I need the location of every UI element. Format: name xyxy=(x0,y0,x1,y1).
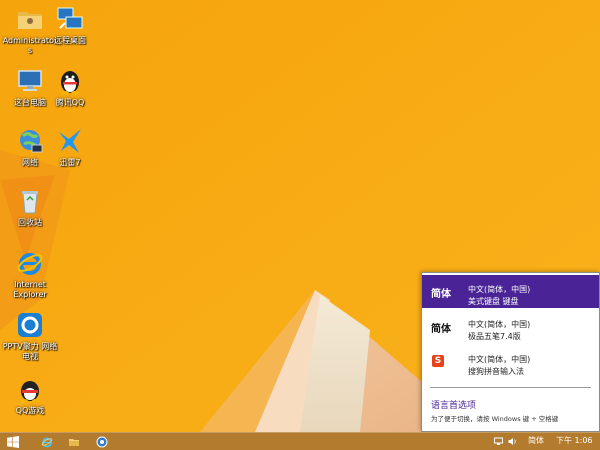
folder-icon xyxy=(18,12,42,29)
taskbar-browser-button[interactable] xyxy=(91,434,113,449)
computer-icon xyxy=(18,70,42,91)
taskbar-internet-explorer-button[interactable] xyxy=(36,434,58,449)
remote-desktop-icon xyxy=(57,7,83,29)
language-abbreviation: 简体 xyxy=(431,289,451,300)
recycle-bin-icon xyxy=(22,191,38,214)
desktop-icon-internet-explorer[interactable]: Internet Explorer xyxy=(2,248,58,300)
desktop-icon-pptv[interactable]: PPTV聚力 网络电视 xyxy=(2,310,58,362)
internet-explorer-icon xyxy=(17,253,43,275)
desktop-icon-qq-game[interactable]: QQ游戏 xyxy=(2,374,58,416)
desktop-icon-label: Internet Explorer xyxy=(13,280,47,299)
pptv-icon xyxy=(18,313,42,337)
qq-icon xyxy=(61,71,79,95)
language-option[interactable]: S 中文(简体，中国) 搜狗拼音输入法 xyxy=(422,345,599,378)
desktop-icon-label: 迅雷7 xyxy=(59,158,81,167)
language-indicator[interactable]: 简体 xyxy=(528,436,544,446)
windows-logo-icon xyxy=(7,435,19,448)
sogou-icon: S xyxy=(432,355,444,367)
desktop-icon-thunder[interactable]: 迅雷7 xyxy=(42,126,98,168)
thunder-icon xyxy=(59,129,81,153)
language-flyout: 简体 中文(简体，中国) 美式键盘 键盘 简体 中文(简体，中国) 极品五笔7.… xyxy=(421,272,600,432)
internet-explorer-icon xyxy=(41,437,53,447)
network-icon xyxy=(20,130,43,153)
language-option[interactable]: 简体 中文(简体，中国) 极品五笔7.4版 xyxy=(422,310,599,343)
qq-game-icon xyxy=(20,381,40,403)
desktop-icon-tencent-qq[interactable]: 腾讯QQ xyxy=(42,66,98,108)
keyboard-layout-name: 搜狗拼音输入法 xyxy=(468,367,524,376)
desktop[interactable]: Administrators 这台电脑 网络 回收站 Internet Expl… xyxy=(0,0,600,432)
keyboard-layout-name: 美式键盘 键盘 xyxy=(468,297,519,306)
taskbar: 简体 下午 1:06 xyxy=(0,432,600,450)
divider xyxy=(430,387,591,388)
speaker-icon xyxy=(508,438,516,445)
keyboard-layout-name: 极品五笔7.4版 xyxy=(468,332,521,341)
taskbar-file-explorer-button[interactable] xyxy=(63,434,85,449)
network-globe-icon xyxy=(96,436,108,447)
desktop-icon-label: QQ游戏 xyxy=(15,406,45,415)
desktop-icon-label: 腾讯QQ xyxy=(55,98,85,107)
desktop-icon-recycle-bin[interactable]: 回收站 xyxy=(2,186,58,228)
network-status-icon xyxy=(493,437,503,445)
language-preferences-link[interactable]: 语言首选项 xyxy=(431,398,476,411)
desktop-icon-remote-desktop[interactable]: 远程桌面 xyxy=(42,4,98,46)
desktop-icon-label: PPTV聚力 网络电视 xyxy=(2,342,58,361)
language-name: 中文(简体，中国) xyxy=(468,355,531,364)
language-name: 中文(简体，中国) xyxy=(468,320,531,329)
language-name: 中文(简体，中国) xyxy=(468,285,531,294)
tray-volume-button[interactable] xyxy=(506,434,518,449)
switch-hint-text: 为了便于切换，请按 Windows 键 + 空格键 xyxy=(431,415,559,423)
language-abbreviation: 简体 xyxy=(431,324,451,335)
language-option[interactable]: 简体 中文(简体，中国) 美式键盘 键盘 xyxy=(422,275,599,308)
desktop-icon-label: 远程桌面 xyxy=(54,36,86,45)
clock[interactable]: 下午 1:06 xyxy=(556,436,593,446)
tray-network-button[interactable] xyxy=(492,434,504,449)
file-explorer-icon xyxy=(69,438,79,446)
start-button[interactable] xyxy=(2,434,24,449)
desktop-icon-label: 回收站 xyxy=(18,218,42,227)
